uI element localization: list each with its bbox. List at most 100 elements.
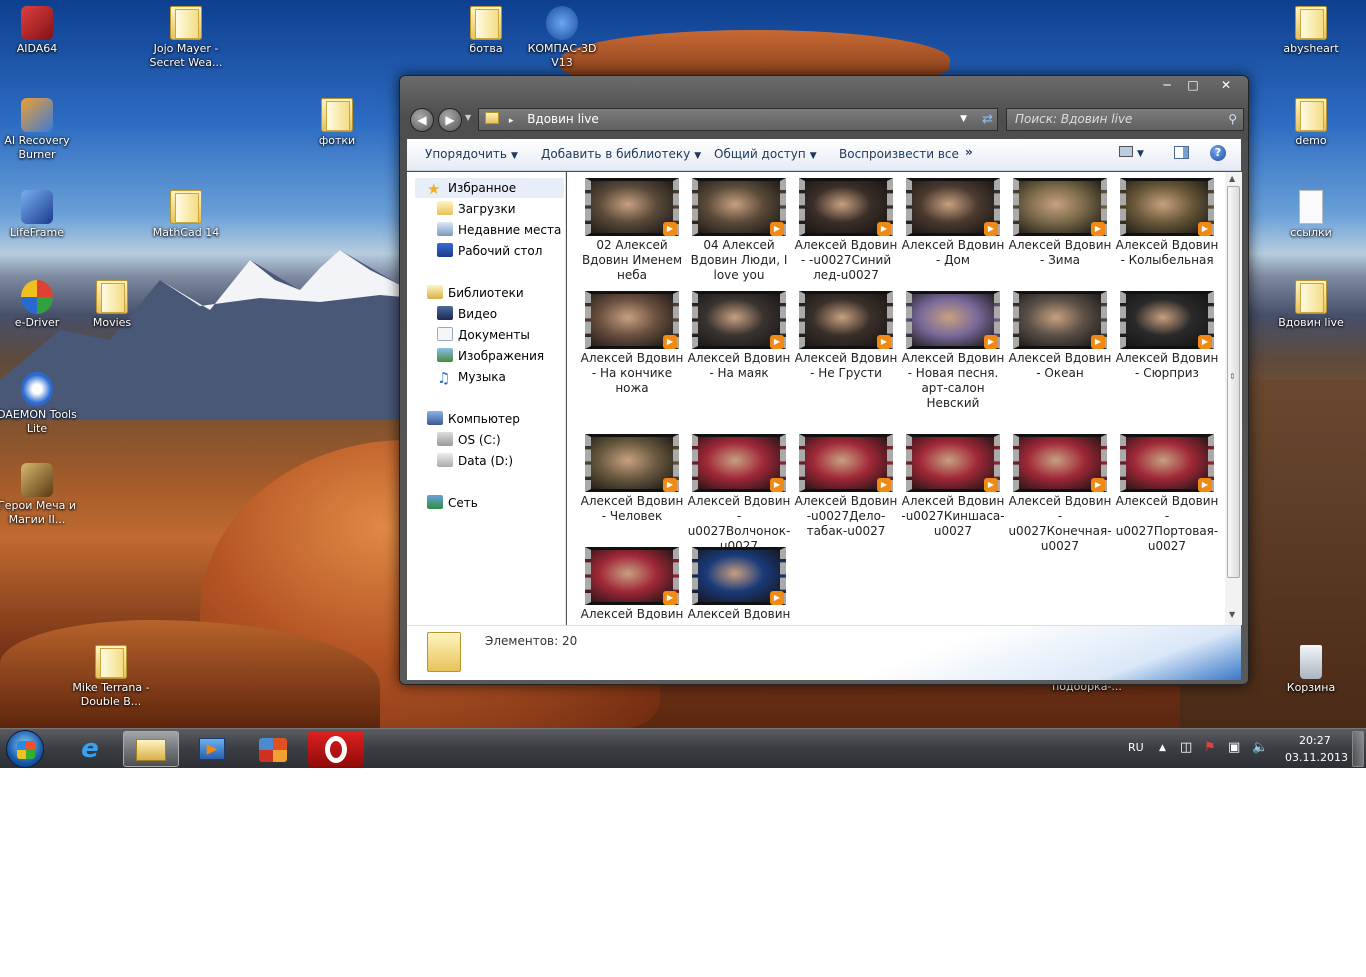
search-input[interactable]: Поиск: Вдовин live ⚲ bbox=[1006, 108, 1244, 131]
video-thumbnail-icon: ▶ bbox=[799, 178, 893, 236]
address-dropdown-icon[interactable]: ▼ bbox=[960, 109, 967, 130]
clock-date[interactable]: 03.11.2013 bbox=[1285, 751, 1348, 764]
file-tile[interactable]: ▶ Алексей Вдовин -u0027Портовая-u0027 bbox=[1115, 434, 1219, 554]
desktop-icon-kompas[interactable]: КОМПАС-3D V13 bbox=[517, 6, 607, 70]
file-tile[interactable]: ▶ Алексей Вдовин bbox=[580, 547, 684, 622]
scroll-down-icon[interactable]: ▼ bbox=[1229, 610, 1235, 619]
search-icon[interactable]: ⚲ bbox=[1228, 109, 1237, 130]
organize-button[interactable]: Упорядочить ▼ bbox=[425, 147, 518, 161]
recent-pages-dropdown[interactable]: ▼ bbox=[465, 113, 471, 122]
play-overlay-icon: ▶ bbox=[1091, 478, 1105, 492]
desktop: AIDA64 Jojo Mayer - Secret Wea... ботва … bbox=[0, 0, 1366, 768]
action-center-icon[interactable]: ⚑ bbox=[1204, 740, 1216, 755]
file-tile[interactable]: ▶ Алексей Вдовин - Новая песня. арт-салон… bbox=[901, 291, 1005, 411]
file-tile[interactable]: ▶ Алексей Вдовин - На маяк bbox=[687, 291, 791, 381]
file-tile[interactable]: ▶ Алексей Вдовин - Сюрприз bbox=[1115, 291, 1219, 381]
help-button[interactable]: ? bbox=[1210, 145, 1226, 161]
nav-computer[interactable]: Компьютер bbox=[427, 410, 520, 428]
clock-time[interactable]: 20:27 bbox=[1299, 734, 1331, 747]
folder-icon bbox=[170, 6, 202, 40]
nav-images[interactable]: Изображения bbox=[437, 347, 544, 365]
nav-libraries[interactable]: Библиотеки bbox=[427, 284, 524, 302]
language-indicator[interactable]: RU bbox=[1128, 741, 1144, 754]
share-button[interactable]: Общий доступ ▼ bbox=[714, 147, 817, 161]
desktop-icon-vdovin-live[interactable]: Вдовин live bbox=[1266, 280, 1356, 330]
taskbar-app[interactable] bbox=[245, 731, 301, 767]
desktop-icon-fotki[interactable]: фотки bbox=[292, 98, 382, 148]
nav-favorites[interactable]: ★ Избранное bbox=[427, 179, 516, 197]
more-commands-button[interactable]: » bbox=[965, 145, 973, 159]
nav-recent-places[interactable]: Недавние места bbox=[437, 221, 561, 239]
file-tile[interactable]: ▶ Алексей Вдовин - Дом bbox=[901, 178, 1005, 268]
show-desktop-button[interactable] bbox=[1352, 731, 1364, 767]
file-name: Алексей Вдовин - Зима bbox=[1008, 238, 1112, 267]
minimize-button[interactable]: ─ bbox=[1154, 77, 1180, 95]
file-tile[interactable]: ▶ Алексей Вдовин - Колыбельная bbox=[1115, 178, 1219, 268]
desktop-icon-ai-recovery[interactable]: AI Recovery Burner bbox=[0, 98, 82, 162]
scrollbar-thumb[interactable] bbox=[1227, 186, 1240, 578]
file-tile[interactable]: ▶ Алексей Вдовин -u0027Киншаса-u0027 bbox=[901, 434, 1005, 539]
desktop-icon-mathcad[interactable]: MathCad 14 bbox=[141, 190, 231, 240]
file-tile[interactable]: ▶ Алексей Вдовин -u0027Конечная-u0027 bbox=[1008, 434, 1112, 554]
network-status-icon[interactable]: ▣ bbox=[1228, 740, 1240, 755]
file-tile[interactable]: ▶ Алексей Вдовин - Человек bbox=[580, 434, 684, 524]
file-tile[interactable]: ▶ Алексей Вдовин - Океан bbox=[1008, 291, 1112, 381]
file-tile[interactable]: ▶ Алексей Вдовин - -u0027Синий лед-u0027 bbox=[794, 178, 898, 283]
desktop-icon-demo[interactable]: demo bbox=[1266, 98, 1356, 148]
nav-desktop[interactable]: Рабочий стол bbox=[437, 242, 542, 260]
vertical-scrollbar[interactable]: ▲ ⇕ ▼ bbox=[1225, 172, 1242, 625]
breadcrumb-current[interactable]: Вдовин live bbox=[527, 112, 599, 126]
address-bar[interactable]: ▸ Вдовин live ▼ ⇄ bbox=[478, 108, 998, 131]
back-button[interactable]: ◀ bbox=[410, 108, 434, 132]
recent-places-icon bbox=[437, 222, 453, 236]
nav-drive-c[interactable]: OS (C:) bbox=[437, 431, 501, 449]
desktop-icon-jojo-mayer[interactable]: Jojo Mayer - Secret Wea... bbox=[141, 6, 231, 70]
show-hidden-icons-icon[interactable]: ▲ bbox=[1159, 743, 1166, 753]
desktop-icon-recycle-bin[interactable]: Корзина bbox=[1266, 645, 1356, 695]
nav-network[interactable]: Сеть bbox=[427, 494, 478, 512]
taskbar-explorer-active[interactable] bbox=[123, 731, 179, 767]
desktop-icon-heroes[interactable]: Герои Меча и Магии II... bbox=[0, 463, 82, 527]
refresh-icon[interactable]: ⇄ bbox=[982, 109, 993, 130]
video-thumbnail-icon: ▶ bbox=[906, 434, 1000, 492]
desktop-icon-abysheart[interactable]: abysheart bbox=[1266, 6, 1356, 56]
add-to-library-button[interactable]: Добавить в библиотеку ▼ bbox=[541, 147, 701, 161]
nav-documents[interactable]: Документы bbox=[437, 326, 530, 344]
desktop-icon-daemon-tools[interactable]: DAEMON Tools Lite bbox=[0, 372, 82, 436]
preview-pane-button[interactable] bbox=[1174, 146, 1189, 162]
taskbar-media-player[interactable]: ▶ bbox=[184, 731, 240, 767]
nav-downloads[interactable]: Загрузки bbox=[437, 200, 516, 218]
lifeframe-icon bbox=[21, 190, 53, 224]
desktop-icon-aida64[interactable]: AIDA64 bbox=[0, 6, 82, 56]
file-tile[interactable]: ▶ 04 Алексей Вдовин Люди, I love you bbox=[687, 178, 791, 283]
close-button[interactable]: ✕ bbox=[1206, 77, 1246, 95]
file-tile[interactable]: ▶ Алексей Вдовин bbox=[687, 547, 791, 622]
change-view-button[interactable]: ▼ bbox=[1119, 145, 1144, 159]
taskbar-internet-explorer[interactable]: e bbox=[62, 731, 118, 767]
file-name: 02 Алексей Вдовин Именем неба bbox=[581, 238, 683, 282]
file-name: Алексей Вдовин - Океан bbox=[1008, 351, 1112, 380]
nav-drive-d[interactable]: Data (D:) bbox=[437, 452, 513, 470]
desktop-icon-movies[interactable]: Movies bbox=[67, 280, 157, 330]
system-drive-icon bbox=[437, 432, 453, 446]
maximize-button[interactable]: □ bbox=[1180, 77, 1206, 95]
file-tile[interactable]: ▶ Алексей Вдовин -u0027Волчонок-u0027 bbox=[687, 434, 791, 554]
nav-video[interactable]: Видео bbox=[437, 305, 497, 323]
forward-button[interactable]: ▶ bbox=[438, 108, 462, 132]
breadcrumb-chevron-icon[interactable]: ▸ bbox=[509, 116, 514, 126]
desktop-icon-lifeframe[interactable]: LifeFrame bbox=[0, 190, 82, 240]
desktop-icon-mike-terrana[interactable]: Mike Terrana - Double B... bbox=[66, 645, 156, 709]
taskbar-opera[interactable] bbox=[308, 731, 364, 767]
file-tile[interactable]: ▶ Алексей Вдовин - Не Грусти bbox=[794, 291, 898, 381]
file-tile[interactable]: ▶ Алексей Вдовин - Зима bbox=[1008, 178, 1112, 268]
file-tile[interactable]: ▶ Алексей Вдовин -u0027Дело-табак-u0027 bbox=[794, 434, 898, 539]
start-button[interactable] bbox=[6, 730, 44, 768]
file-tile[interactable]: ▶ 02 Алексей Вдовин Именем неба bbox=[580, 178, 684, 283]
play-all-button[interactable]: Воспроизвести все bbox=[839, 147, 959, 161]
volume-icon[interactable]: 🔈 bbox=[1252, 740, 1268, 755]
desktop-icon-links[interactable]: ссылки bbox=[1266, 190, 1356, 240]
file-tile[interactable]: ▶ Алексей Вдовин - На кончике ножа bbox=[580, 291, 684, 396]
nav-music[interactable]: ♫ Музыка bbox=[437, 368, 506, 386]
scroll-up-icon[interactable]: ▲ bbox=[1229, 174, 1235, 183]
safely-remove-icon[interactable]: ◫ bbox=[1180, 740, 1192, 755]
